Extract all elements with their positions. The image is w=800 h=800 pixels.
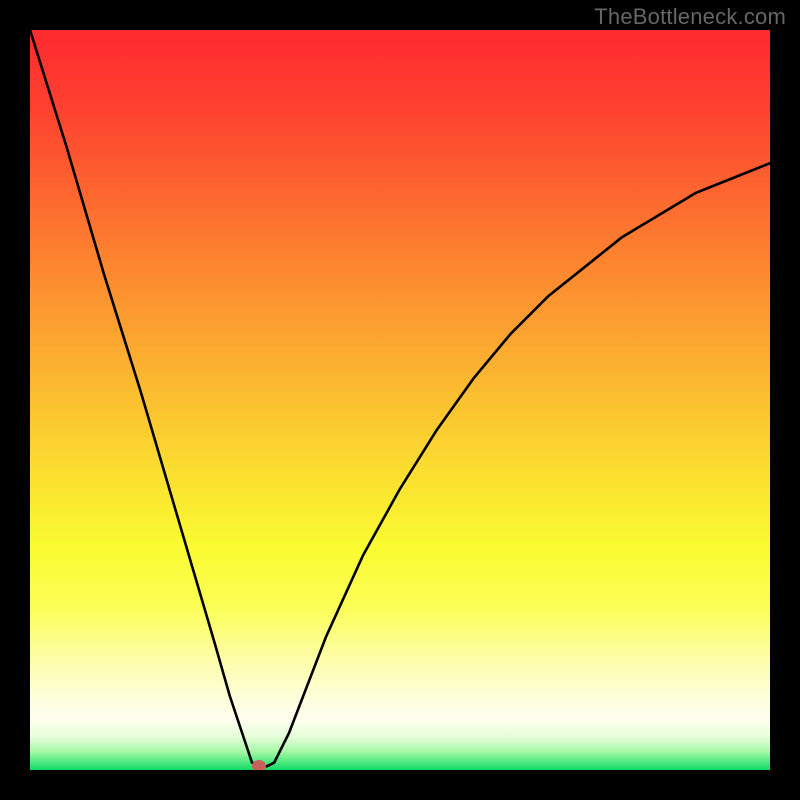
chart-frame: TheBottleneck.com [0, 0, 800, 800]
bottleneck-curve [30, 30, 770, 770]
plot-area [30, 30, 770, 770]
watermark-text: TheBottleneck.com [594, 4, 786, 30]
optimum-marker [252, 760, 266, 770]
